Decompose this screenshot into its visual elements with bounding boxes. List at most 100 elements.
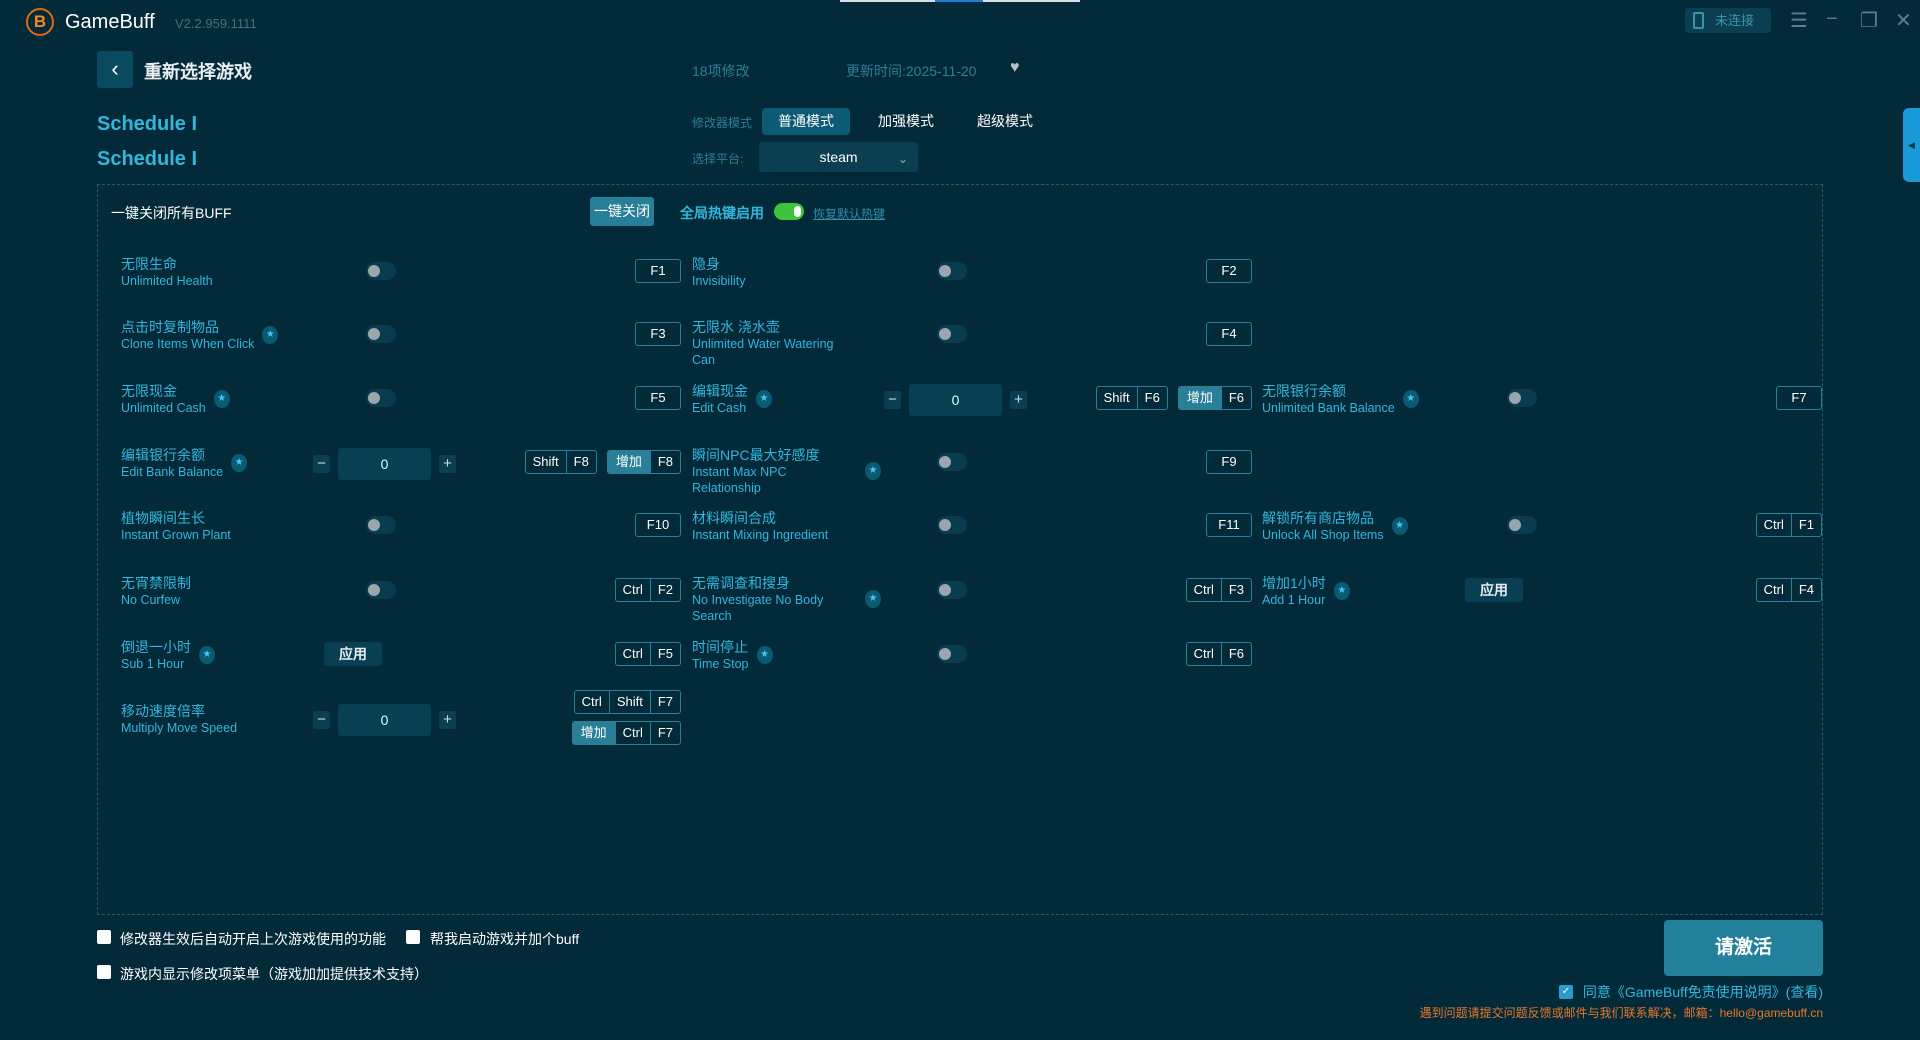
hotkey-combo[interactable]: F2 (1206, 259, 1252, 283)
hotkey-increase-tag: 增加 (607, 451, 650, 473)
agreement-checkbox[interactable]: ✓ (1558, 985, 1573, 999)
restore-default-hotkeys-link[interactable]: 恢复默认热键 (813, 205, 885, 222)
ingame-menu-label: 游戏内显示修改项菜单（游戏加加提供技术支持） (120, 966, 428, 982)
hotkey-combo[interactable]: Ctrl F1 (1755, 513, 1822, 537)
value-input[interactable]: 0 (909, 384, 1002, 416)
hotkey-combo[interactable]: Ctrl Shift F7 (573, 690, 681, 714)
buff-toggle[interactable] (366, 325, 396, 343)
value-stepper[interactable]: −0 + (884, 384, 1027, 416)
hotkey-key: Ctrl (622, 582, 643, 597)
plus-icon[interactable]: + (439, 455, 456, 473)
hotkey-key: F5 (650, 390, 666, 405)
hotkey-key: F7 (649, 691, 680, 713)
buff-toggle[interactable] (937, 516, 967, 534)
hotkey-combo[interactable]: F1 (635, 259, 681, 283)
platform-select[interactable]: steam ⌄ (759, 142, 918, 172)
hotkey-key: F11 (1218, 517, 1240, 532)
apply-button[interactable]: 应用 (324, 642, 382, 666)
hotkey-combo[interactable]: 增加 Ctrl F7 (571, 721, 681, 745)
close-icon[interactable]: ✕ (1895, 8, 1912, 33)
buff-label: 增加1小时 Add 1 Hour ★ (1262, 574, 1350, 608)
ingame-menu-checkbox[interactable] (97, 965, 111, 979)
value-stepper[interactable]: −0 + (313, 448, 456, 480)
hotkey-combo[interactable]: F5 (635, 386, 681, 410)
buff-toggle[interactable] (366, 581, 396, 599)
close-all-button[interactable]: 一键关闭 (590, 197, 654, 226)
star-icon: ★ (1391, 517, 1408, 535)
global-hotkey-toggle[interactable] (774, 203, 804, 220)
buff-toggle[interactable] (937, 262, 967, 280)
auto-enable-checkbox[interactable] (97, 930, 111, 944)
buff-name-cn: 材料瞬间合成 (692, 510, 776, 526)
hotkey-combo[interactable]: F10 (635, 513, 681, 537)
hotkey-combo[interactable]: Ctrl F4 (1755, 578, 1822, 602)
buff-toggle[interactable] (937, 581, 967, 599)
buff-label: 瞬间NPC最大好感度 Instant Max NPC Relationship ★ (692, 446, 881, 496)
buff-toggle[interactable] (937, 325, 967, 343)
hotkey-combo[interactable]: F4 (1206, 322, 1252, 346)
buff-toggle[interactable] (366, 389, 396, 407)
hotkey-combo[interactable]: 增加 F8 (606, 450, 681, 474)
hotkey-combo[interactable]: Ctrl F2 (614, 578, 681, 602)
agreement[interactable]: ✓ 同意《GameBuff免责使用说明》(查看) (1558, 982, 1823, 1002)
value-stepper[interactable]: −0 + (313, 704, 456, 736)
mode-super-button[interactable]: 超级模式 (961, 108, 1049, 135)
buff-name-en: Unlimited Health (121, 274, 213, 288)
hotkey-combo[interactable]: Shift F8 (524, 450, 597, 474)
hotkey-combo[interactable]: Ctrl F3 (1185, 578, 1252, 602)
buff-toggle[interactable] (366, 516, 396, 534)
buff-toggle[interactable] (937, 645, 967, 663)
apply-button[interactable]: 应用 (1465, 578, 1523, 602)
buff-name-cn: 无需调查和搜身 (692, 575, 790, 591)
side-panel-toggle[interactable]: ◀ (1903, 108, 1920, 182)
favorite-heart-icon[interactable]: ♥ (1010, 59, 1020, 77)
plus-icon[interactable]: + (1010, 391, 1027, 409)
app-version: V2.2.959.1111 (175, 16, 257, 31)
reselect-game-label[interactable]: 重新选择游戏 (144, 58, 252, 84)
buff-toggle[interactable] (937, 453, 967, 471)
hotkeys: F1 (635, 259, 681, 283)
hotkey-combo[interactable]: 增加 F6 (1177, 386, 1252, 410)
agreement-link[interactable]: 同意《GameBuff免责使用说明》(查看) (1583, 982, 1823, 1002)
hotkey-combo[interactable]: F11 (1206, 513, 1252, 537)
star-icon: ★ (756, 390, 772, 408)
hotkey-key: F6 (1220, 387, 1251, 409)
platform-value: steam (819, 149, 858, 165)
minimize-icon[interactable]: − (1826, 8, 1838, 31)
hotkey-combo[interactable]: F9 (1206, 450, 1252, 474)
hotkey-combo[interactable]: Shift F6 (1095, 386, 1168, 410)
mode-enhanced-button[interactable]: 加强模式 (862, 108, 950, 135)
mode-normal-button[interactable]: 普通模式 (762, 108, 850, 135)
buff-toggle[interactable] (1507, 516, 1537, 534)
hotkey-key: F1 (650, 263, 666, 278)
hotkey-combo[interactable]: Ctrl F5 (614, 642, 681, 666)
buff-toggle[interactable] (1507, 389, 1537, 407)
buff-name-en: Sub 1 Hour (121, 657, 185, 671)
hotkey-combo[interactable]: F3 (635, 322, 681, 346)
buff-name-cn: 无限银行余额 (1262, 383, 1346, 399)
hotkey-combo[interactable]: F7 (1776, 386, 1822, 410)
value-input[interactable]: 0 (338, 704, 431, 736)
plus-icon[interactable]: + (439, 711, 456, 729)
activate-button[interactable]: 请激活 (1664, 920, 1823, 976)
star-icon: ★ (756, 646, 773, 664)
minus-icon[interactable]: − (313, 711, 330, 729)
launch-game-checkbox[interactable] (406, 930, 420, 944)
minus-icon[interactable]: − (313, 455, 330, 473)
buff-name-cn: 无宵禁限制 (121, 575, 191, 591)
hotkey-key: Shift (608, 691, 650, 713)
buff-name-cn: 植物瞬间生长 (121, 510, 205, 526)
chevron-down-icon: ⌄ (897, 152, 908, 166)
minus-icon[interactable]: − (884, 391, 901, 409)
buff-label: 编辑银行余额 Edit Bank Balance ★ (121, 446, 248, 480)
star-icon: ★ (865, 462, 881, 480)
connection-button[interactable]: 未连接 (1685, 8, 1771, 33)
buff-toggle[interactable] (366, 262, 396, 280)
back-button[interactable]: ‹ (97, 51, 133, 88)
hotkey-key: F5 (649, 643, 680, 665)
global-hotkey-label: 全局热键启用 (680, 205, 764, 221)
hotkey-combo[interactable]: Ctrl F6 (1185, 642, 1252, 666)
value-input[interactable]: 0 (338, 448, 431, 480)
menu-icon[interactable]: ☰ (1790, 8, 1808, 33)
restore-icon[interactable]: ❐ (1860, 8, 1878, 33)
